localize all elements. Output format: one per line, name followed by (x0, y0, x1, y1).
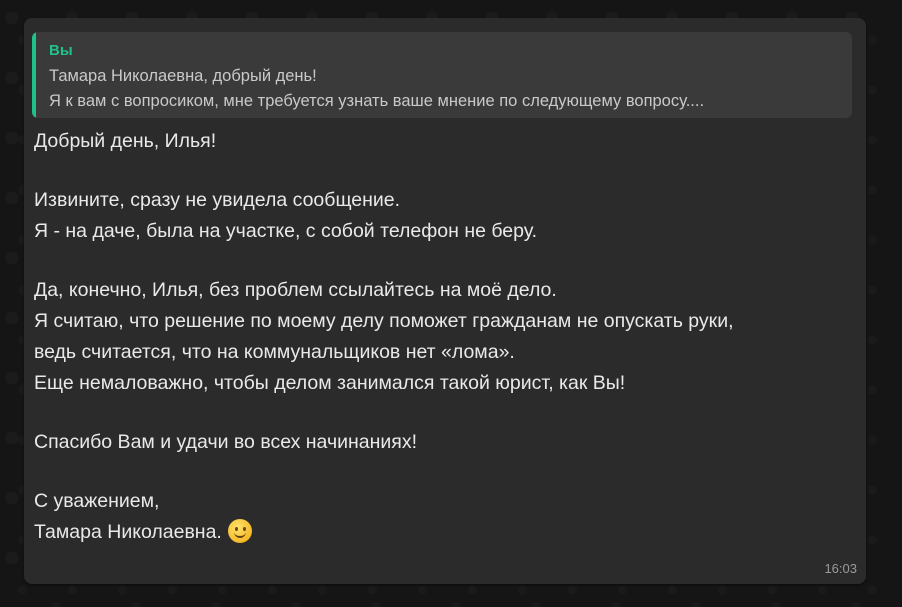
quote-line: Тамара Николаевна, добрый день! (49, 67, 317, 85)
slightly-smiling-face-icon (227, 519, 252, 543)
message-line: Я - на даче, была на участке, с собой те… (34, 220, 537, 242)
quote-author: Вы (49, 42, 73, 59)
quote-line: Я к вам с вопросиком, мне требуется узна… (49, 92, 705, 110)
message-timestamp: 16:03 (824, 561, 857, 576)
message-text: Добрый день, Илья! Извините, сразу не ув… (34, 126, 854, 548)
message-line: Спасибо Вам и удачи во всех начинаниях! (34, 431, 418, 453)
message-line: ведь считается, что на коммунальщиков не… (34, 341, 515, 363)
message-signature-line: Тамара Николаевна. (34, 517, 854, 548)
message-line: Извините, сразу не увидела сообщение. (34, 189, 401, 211)
message-line: Еще немаловажно, чтобы делом занимался т… (34, 372, 626, 394)
message-line: Добрый день, Илья! (34, 130, 217, 152)
signature-text: Тамара Николаевна. (34, 521, 222, 543)
quote-accent-bar (32, 32, 36, 118)
message-line: Да, конечно, Илья, без проблем ссылайтес… (34, 279, 557, 301)
quoted-message[interactable]: Вы Тамара Николаевна, добрый день! Я к в… (32, 32, 852, 118)
message-line: С уважением, (34, 490, 160, 512)
message-bubble[interactable]: Вы Тамара Николаевна, добрый день! Я к в… (24, 18, 866, 584)
message-line: Я считаю, что решение по моему делу помо… (34, 310, 734, 332)
